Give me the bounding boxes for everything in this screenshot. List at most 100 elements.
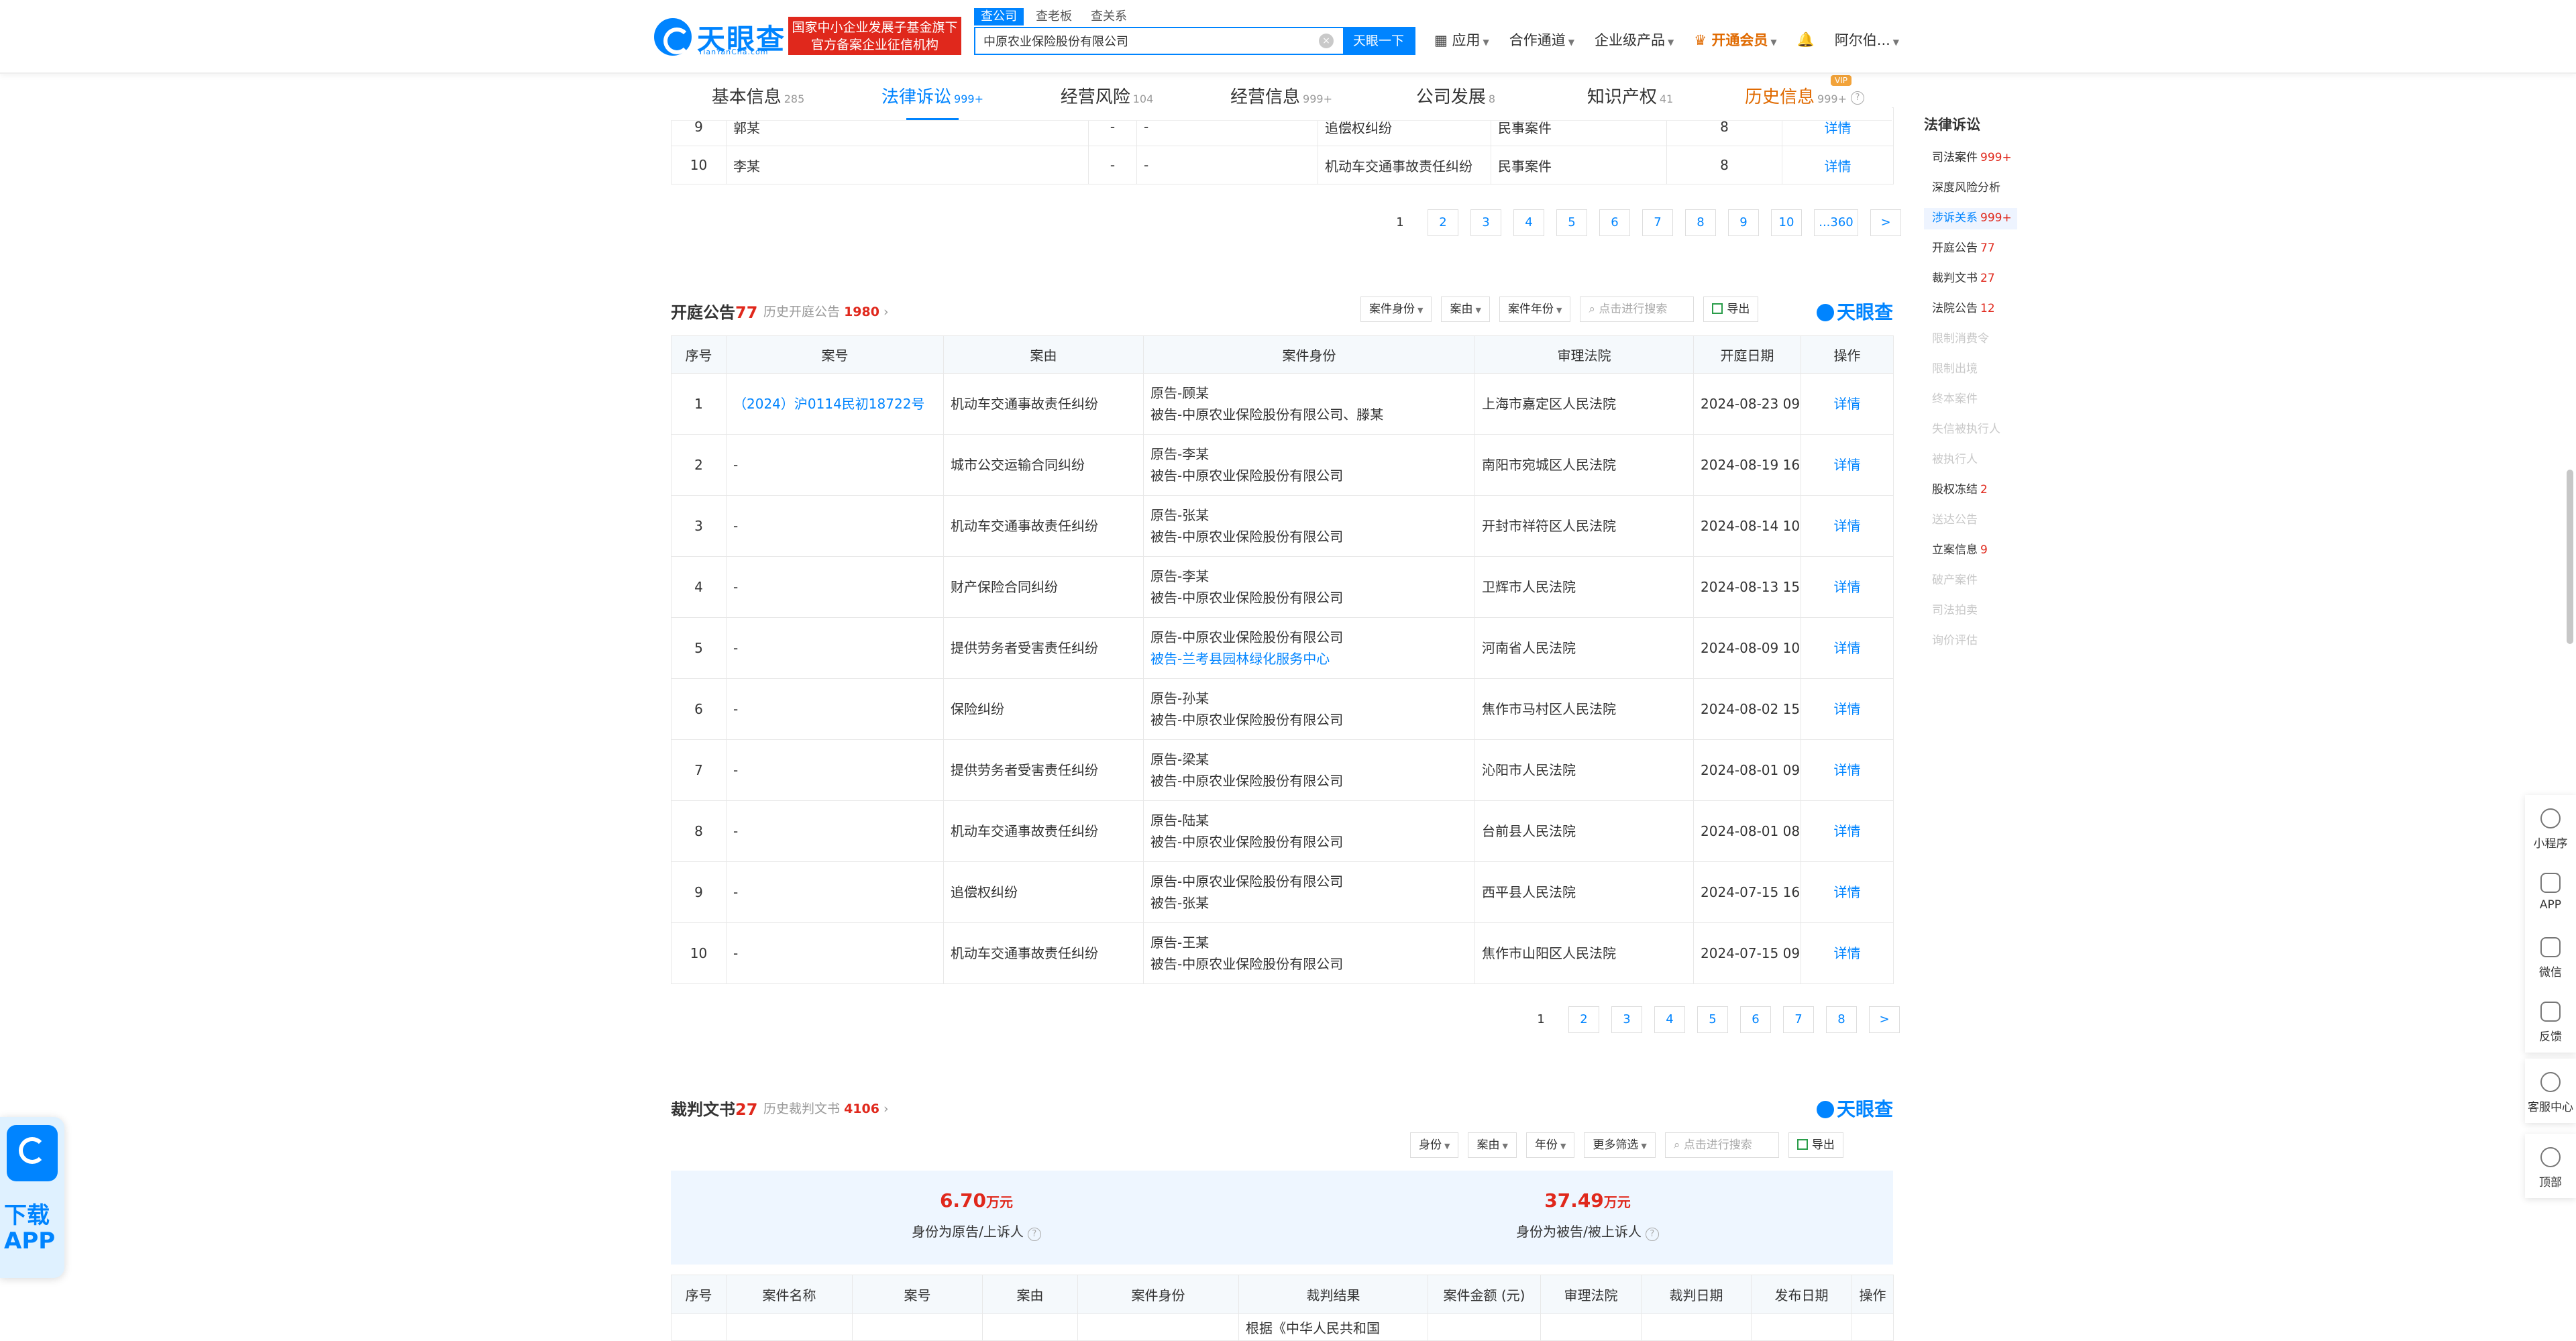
page-6[interactable]: 6 [1740,1006,1771,1033]
plaintiff-amount: 6.70万元 身份为原告/上诉人? [671,1171,1282,1265]
search-tab-relation[interactable]: 查关系 [1084,8,1134,25]
case-number-link[interactable]: （2024）沪0114民初18722号 [726,373,944,435]
detail-link[interactable]: 详情 [1801,861,1894,923]
help-icon[interactable]: ? [1645,1228,1659,1241]
mini-program-button[interactable]: 小程序 [2525,795,2576,859]
page-6[interactable]: 6 [1599,209,1630,236]
detail-link[interactable]: 详情 [1801,495,1894,557]
tab-development[interactable]: 公司发展 8 [1368,75,1543,120]
filter-role[interactable]: 身份 ▼ [1410,1132,1459,1158]
sidebar-item-hearing[interactable]: 开庭公告 77 [1924,238,2058,268]
filter-year[interactable]: 案件年份 ▼ [1499,297,1571,322]
tab-operation[interactable]: 经营信息 999+ [1194,75,1368,120]
page-last[interactable]: ...360 [1814,209,1858,236]
page-8[interactable]: 8 [1685,209,1716,236]
page-3[interactable]: 3 [1470,209,1501,236]
export-button[interactable]: 导出 [1703,297,1759,322]
sidebar-item-equity-freeze[interactable]: 股权冻结 2 [1924,480,2058,510]
sidebar-item-service-notice: 送达公告 [1932,513,1978,527]
detail-link[interactable]: 详情 [1801,556,1894,618]
tab-basic-info[interactable]: 基本信息 285 [671,75,845,120]
filter-more[interactable]: 更多筛选 ▼ [1584,1132,1656,1158]
sidebar-item-judicial-cases[interactable]: 司法案件 999+ [1924,148,2058,178]
export-button[interactable]: 导出 [1788,1132,1843,1158]
search-type-tabs: 查公司 查老板 查关系 [974,8,1134,25]
filter-reason[interactable]: 案由 ▼ [1441,297,1490,322]
page-10[interactable]: 10 [1771,209,1802,236]
detail-link[interactable]: 详情 [1801,617,1894,679]
nav-vip[interactable]: ♛ 开通会员 ▼ [1694,30,1776,50]
tab-ip[interactable]: 知识产权 41 [1543,75,1717,120]
filter-reason[interactable]: 案由 ▼ [1468,1132,1517,1158]
history-hearing-link[interactable]: 历史开庭公告 1980 › [763,302,889,320]
hearing-table: 序号 案号 案由 案件身份 审理法院 开庭日期 操作 1 （2024）沪0114… [671,335,1894,984]
qrcode-icon [2540,937,2561,957]
excel-icon [1712,303,1723,314]
detail-link[interactable]: 详情 [1801,434,1894,496]
nav-enterprise[interactable]: 企业级产品 ▼ [1595,30,1674,50]
back-to-top-button[interactable]: 顶部 [2525,1134,2576,1198]
table-row: 10 - 机动车交通事故责任纠纷 原告-王某 被告-中原农业保险股份有限公司 焦作… [671,922,1894,984]
tab-risk[interactable]: 经营风险 104 [1020,75,1194,120]
help-icon[interactable]: ? [1027,1228,1041,1241]
page-2[interactable]: 2 [1568,1006,1599,1033]
table-row: 9 - 追偿权纠纷 原告-中原农业保险股份有限公司 被告-张某 西平县人民法院 2… [671,861,1894,923]
feedback-button[interactable]: 反馈 [2525,988,2576,1053]
sidebar-item-litigation-relations[interactable]: 涉诉关系 999+ [1924,208,2017,229]
page-8[interactable]: 8 [1826,1006,1857,1033]
app-logo-icon [7,1125,58,1181]
detail-link[interactable]: 详情 [1801,800,1894,862]
tab-history[interactable]: 历史信息 999+? VIP [1717,75,1892,120]
page-9[interactable]: 9 [1728,209,1759,236]
page-7[interactable]: 7 [1783,1006,1814,1033]
detail-link[interactable]: 详情 [1801,739,1894,801]
bell-icon[interactable]: 🔔 [1797,32,1815,48]
page-7[interactable]: 7 [1642,209,1673,236]
detail-link[interactable]: 详情 [1801,922,1894,984]
clear-icon[interactable]: × [1319,34,1334,48]
sidebar-item-court-notice[interactable]: 法院公告 12 [1924,299,2058,329]
tianyancha-logo[interactable]: 天眼查 TianYanCha.com [654,17,788,57]
help-icon[interactable]: ? [1850,91,1864,105]
page-1[interactable]: 1 [1385,209,1415,236]
detail-link[interactable]: 详情 [1801,678,1894,740]
detail-link[interactable]: 详情 [1801,373,1894,435]
filter-search-input[interactable]: ⌕ 点击进行搜索 [1580,297,1695,322]
detail-link[interactable]: 详情 [1782,146,1894,184]
page-1[interactable]: 1 [1525,1006,1556,1033]
sidebar-item-judgment[interactable]: 裁判文书 27 [1924,268,2058,299]
search-input[interactable]: 中原农业保险股份有限公司 [975,32,1319,50]
sidebar-item-filing[interactable]: 立案信息 9 [1924,540,2058,570]
app-button[interactable]: APP [2525,859,2576,924]
search-button[interactable]: 天眼一下 [1343,28,1414,54]
nav-apps[interactable]: ▦ 应用 ▼ [1434,30,1489,50]
scrollbar[interactable] [2567,470,2573,644]
nav-cooperation[interactable]: 合作通道 ▼ [1509,30,1574,50]
history-judgment-link[interactable]: 历史裁判文书 4106 › [763,1099,889,1117]
search-tab-company[interactable]: 查公司 [974,8,1024,25]
wechat-button[interactable]: 微信 [2525,924,2576,988]
next-page-button[interactable]: > [1869,1006,1900,1033]
page-5[interactable]: 5 [1697,1006,1728,1033]
nav-user[interactable]: 阿尔伯... ▼ [1835,30,1899,50]
filter-search-input[interactable]: ⌕ 点击进行搜索 [1664,1132,1779,1158]
tab-legal[interactable]: 法律诉讼 999+ [845,75,1020,120]
next-page-button[interactable]: > [1870,209,1901,236]
filter-role[interactable]: 案件身份 ▼ [1360,297,1432,322]
page-4[interactable]: 4 [1654,1006,1685,1033]
floating-toolbar: 小程序 APP 微信 反馈 [2525,795,2576,1053]
page-5[interactable]: 5 [1556,209,1587,236]
filter-year[interactable]: 年份 ▼ [1525,1132,1575,1158]
party-link[interactable]: 被告-兰考县园林绿化服务中心 [1150,648,1468,669]
page-3[interactable]: 3 [1611,1006,1642,1033]
sidebar-item-risk-analysis[interactable]: 深度风险分析 [1924,178,2058,208]
customer-service-button[interactable]: 客服中心 [2525,1059,2576,1123]
table-row: 根据《中华人民共和国 [671,1313,1894,1341]
sidebar-item-dishonest: 失信被执行人 [1932,423,2000,436]
page-4[interactable]: 4 [1513,209,1544,236]
search-tab-boss[interactable]: 查老板 [1029,8,1079,25]
download-app-label: 下载 APP [4,1202,56,1254]
page-2[interactable]: 2 [1428,209,1458,236]
download-app-widget[interactable]: 下载 APP [0,1117,64,1278]
logo-icon [654,18,692,56]
